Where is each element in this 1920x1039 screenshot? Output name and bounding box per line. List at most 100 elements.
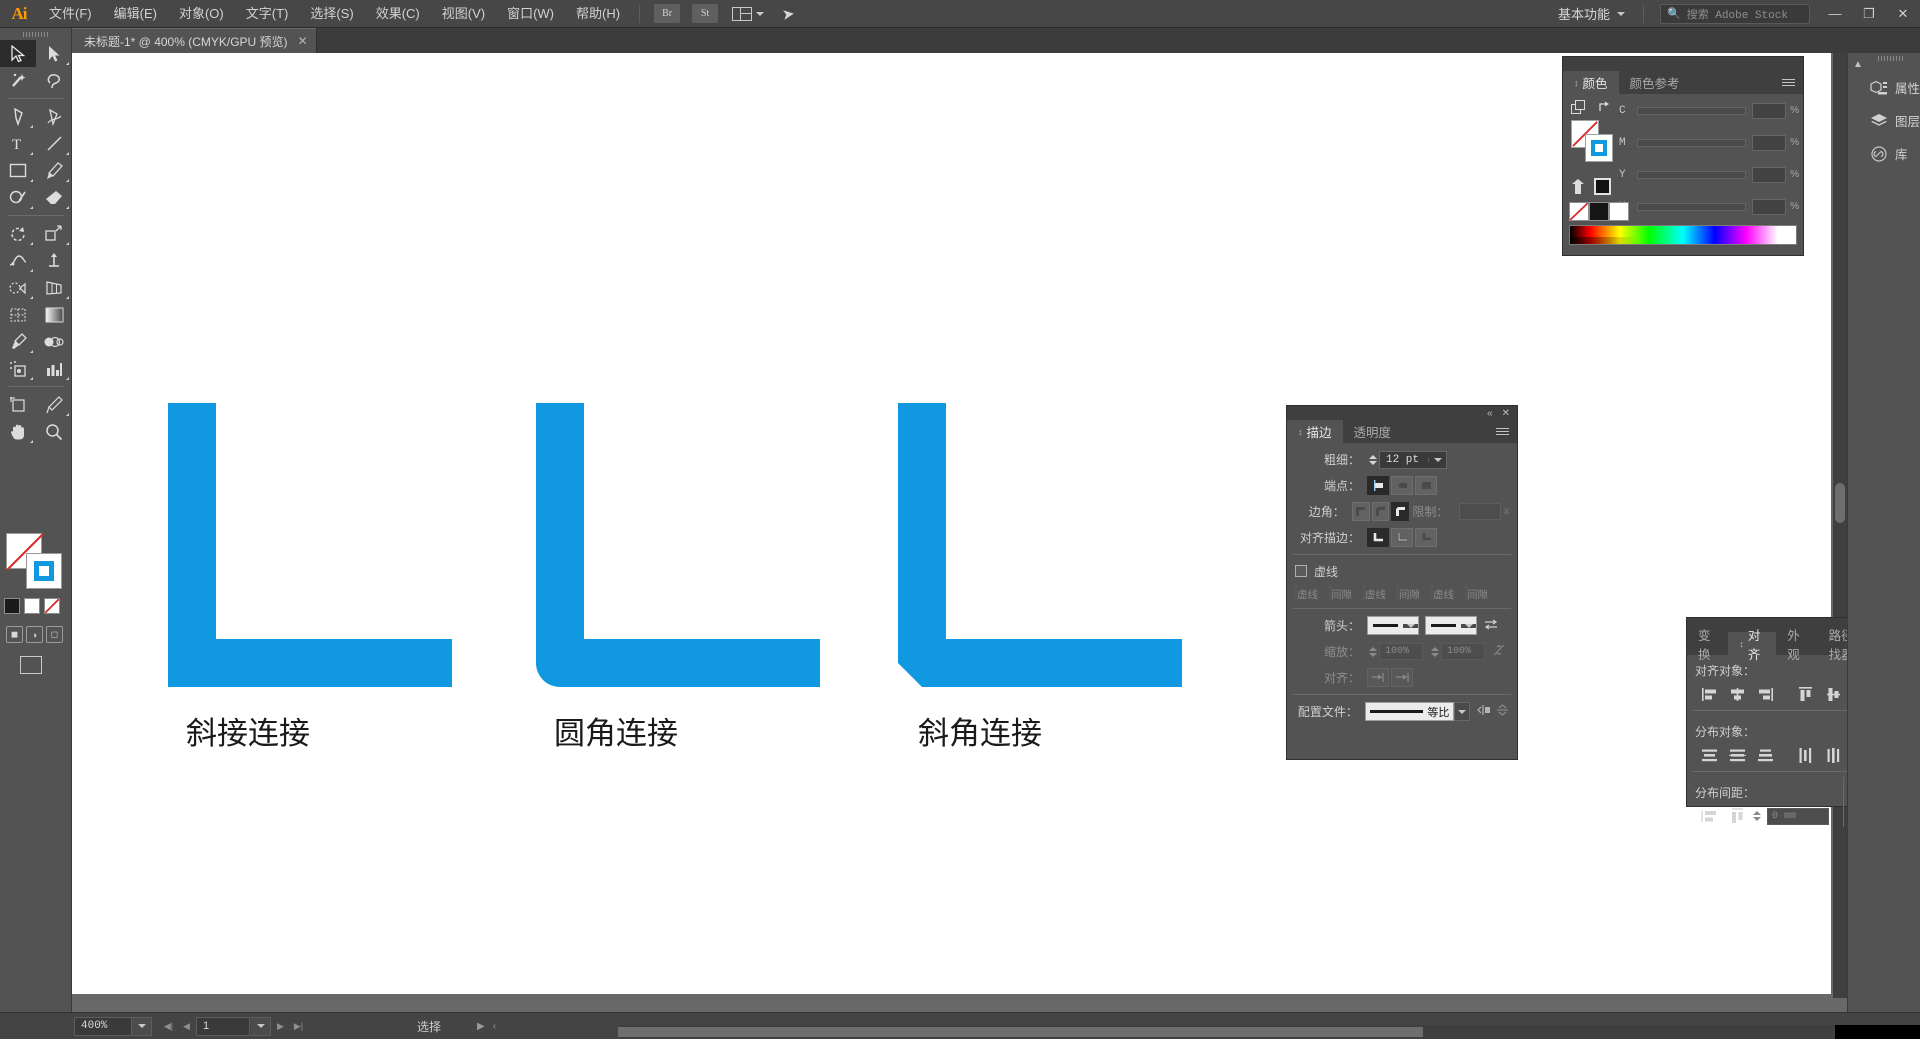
distribute-vertical-center-button[interactable] [1723, 744, 1751, 766]
dock-item-layers[interactable]: 图层 [1848, 104, 1920, 137]
up-arrow-icon[interactable] [1571, 178, 1585, 195]
line-segment-tool[interactable] [36, 130, 72, 157]
menu-effect[interactable]: 效果(C) [365, 0, 431, 28]
menu-file[interactable]: 文件(F) [38, 0, 103, 28]
document-horizontal-scrollbar[interactable] [618, 1025, 1835, 1039]
flip-profile-vertical-icon[interactable] [1496, 704, 1509, 719]
scrollbar-thumb[interactable] [618, 1027, 1423, 1037]
magic-wand-tool[interactable] [0, 67, 36, 94]
align-top-button[interactable] [1791, 683, 1819, 705]
channel-input-m[interactable] [1752, 134, 1786, 151]
cmyk-row-m[interactable]: M % [1619, 132, 1799, 153]
zoom-dropdown-button[interactable] [132, 1016, 152, 1036]
profile-select[interactable]: 等比 [1364, 702, 1455, 721]
paper-plane-icon[interactable]: ➤ [781, 4, 796, 24]
color-panel-menu-icon[interactable] [1774, 71, 1803, 94]
dashed-line-checkbox[interactable] [1295, 565, 1307, 577]
eraser-tool[interactable] [36, 184, 72, 211]
paintbrush-tool[interactable] [36, 157, 72, 184]
none-chip[interactable] [1569, 202, 1589, 221]
zoom-control[interactable]: 400% [74, 1016, 152, 1036]
tab-color[interactable]: ↕ 颜色 [1563, 71, 1619, 94]
menu-select[interactable]: 选择(S) [299, 0, 364, 28]
stroke-weight-value[interactable]: 12 pt [1380, 454, 1428, 466]
dock-item-libraries[interactable]: 库 [1848, 137, 1920, 170]
distribute-bottom-button[interactable] [1751, 744, 1779, 766]
dash-field-2[interactable]: 虚线 [1363, 585, 1395, 602]
black-swatch[interactable] [4, 598, 20, 614]
menu-type[interactable]: 文字(T) [235, 0, 300, 28]
align-vertical-center-button[interactable] [1819, 683, 1847, 705]
round-join-button[interactable] [1371, 502, 1390, 521]
align-stroke-inside-button[interactable] [1391, 528, 1413, 547]
scrollbar-thumb[interactable] [1835, 483, 1845, 523]
lasso-tool[interactable] [36, 67, 72, 94]
align-stroke-center-button[interactable] [1367, 528, 1389, 547]
color-mode-button[interactable]: ◼ [6, 626, 23, 643]
align-left-button[interactable] [1695, 683, 1723, 705]
gradient-tool[interactable] [36, 301, 72, 328]
round-cap-button[interactable] [1391, 476, 1413, 495]
rectangle-tool[interactable] [0, 157, 36, 184]
menu-object[interactable]: 对象(O) [168, 0, 235, 28]
cmyk-row-k[interactable]: K % [1619, 196, 1799, 217]
distribute-horizontal-center-button[interactable] [1819, 744, 1847, 766]
butt-cap-button[interactable] [1367, 476, 1389, 495]
cmyk-row-c[interactable]: C % [1619, 100, 1799, 121]
cmyk-row-y[interactable]: Y % [1619, 164, 1799, 185]
black-chip[interactable] [1589, 202, 1609, 221]
distribute-left-button[interactable] [1791, 744, 1819, 766]
next-artboard-button[interactable]: ▶ [272, 1017, 289, 1036]
first-artboard-button[interactable]: ◀| [160, 1017, 177, 1036]
color-stroke-swatch[interactable] [1585, 134, 1613, 162]
align-right-button[interactable] [1751, 683, 1779, 705]
gap-field-3[interactable]: 间隙 [1465, 585, 1497, 602]
chevron-down-icon[interactable] [1461, 623, 1476, 628]
chevron-down-icon[interactable] [1403, 623, 1418, 628]
dash-field-3[interactable]: 虚线 [1431, 585, 1463, 602]
slider-track-k[interactable] [1637, 202, 1746, 211]
menu-help[interactable]: 帮助(H) [565, 0, 631, 28]
stroke-panel-menu-icon[interactable] [1488, 420, 1517, 443]
tab-transparency[interactable]: 透明度 [1343, 420, 1403, 443]
maximize-button[interactable]: ❐ [1852, 0, 1886, 28]
slice-tool[interactable] [36, 391, 72, 418]
tab-align[interactable]: ↕ 对齐 [1728, 629, 1777, 662]
round-join-shape[interactable] [530, 393, 830, 696]
bevel-join-shape[interactable] [892, 393, 1192, 696]
blend-tool[interactable] [36, 328, 72, 355]
type-tool[interactable]: T [0, 130, 36, 157]
collapse-icon[interactable]: « [1487, 408, 1493, 419]
flip-profile-horizontal-icon[interactable] [1477, 704, 1491, 719]
vertical-distribute-space-button[interactable] [1695, 805, 1723, 827]
color-spectrum-bar[interactable] [1569, 225, 1797, 245]
artboard-number-input[interactable]: 1 [196, 1016, 250, 1036]
status-play-icon[interactable]: ▶ [477, 1021, 485, 1032]
dash-field-1[interactable]: 虚线 [1295, 585, 1327, 602]
free-transform-tool[interactable] [36, 247, 72, 274]
status-collapse-icon[interactable]: ‹ [493, 1021, 496, 1032]
stroke-panel[interactable]: « ✕ ↕ 描边 透明度 粗细： 12 pt 端点： 边角： 限制： x 对齐描… [1286, 405, 1518, 760]
expand-panels-icon[interactable]: ▲ [1850, 55, 1866, 73]
canvas-vertical-scrollbar[interactable] [1833, 53, 1847, 998]
menu-edit[interactable]: 编辑(E) [103, 0, 168, 28]
fill-stroke-proxy-icon[interactable] [1571, 100, 1586, 115]
minimize-button[interactable]: — [1818, 0, 1852, 28]
white-chip[interactable] [1609, 202, 1629, 221]
symbol-sprayer-tool[interactable] [0, 355, 36, 382]
tab-transform[interactable]: 变换 [1687, 629, 1728, 662]
swap-arrowheads-icon[interactable] [1484, 618, 1498, 633]
tools-panel-grip[interactable] [0, 28, 71, 40]
arrange-documents-button[interactable] [732, 6, 765, 21]
hand-tool[interactable] [0, 418, 36, 445]
artboard-tool[interactable] [0, 391, 36, 418]
tab-stroke[interactable]: ↕ 描边 [1287, 420, 1343, 443]
close-icon[interactable]: ✕ [1502, 408, 1510, 419]
slider-track-y[interactable] [1637, 170, 1746, 179]
slider-track-c[interactable] [1637, 106, 1746, 115]
menu-window[interactable]: 窗口(W) [496, 0, 565, 28]
pen-tool[interactable] [0, 103, 36, 130]
perspective-grid-tool[interactable] [36, 274, 72, 301]
zoom-tool[interactable] [36, 418, 72, 445]
right-dock-grip[interactable] [1878, 56, 1904, 61]
